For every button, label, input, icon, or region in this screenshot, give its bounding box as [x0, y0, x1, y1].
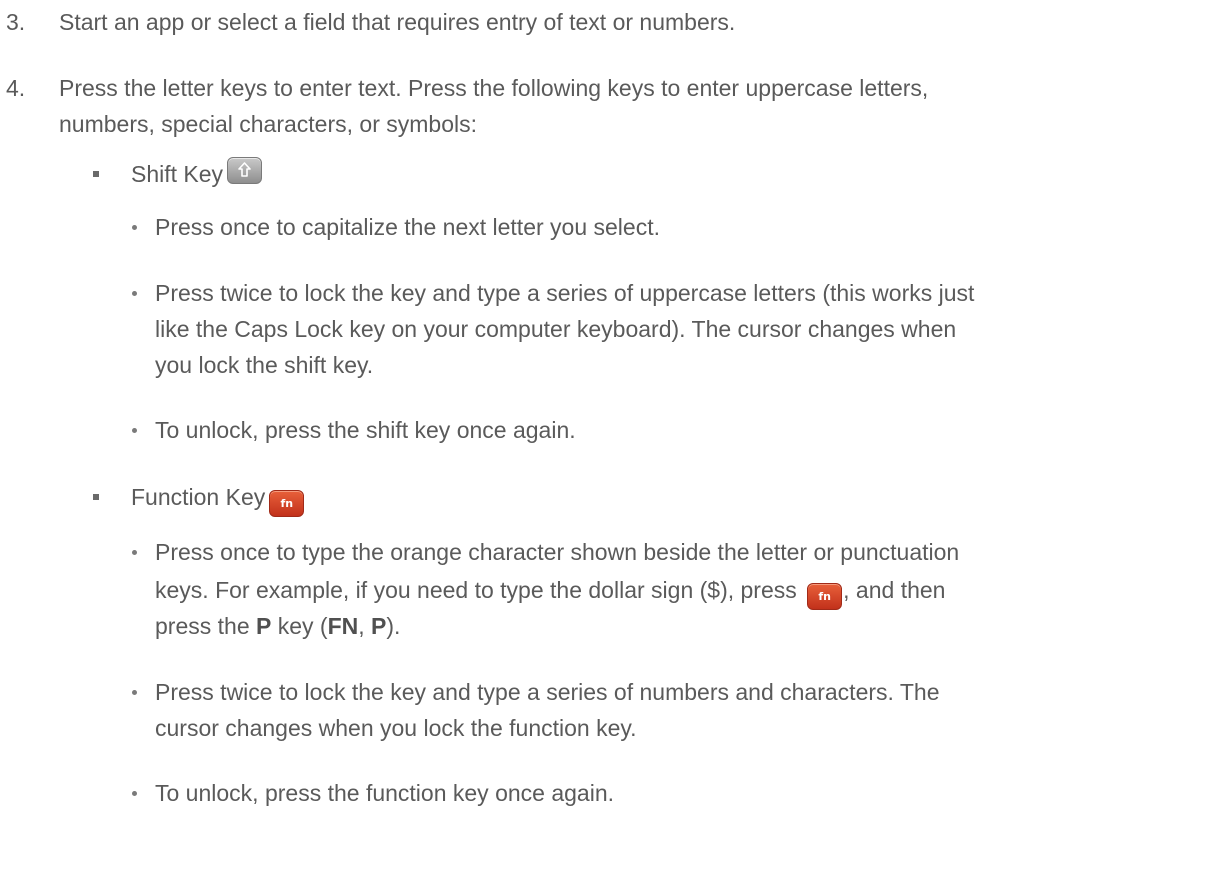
- function-bullet-2-text-line-1: Press twice to lock the key and type a s…: [155, 679, 940, 705]
- shift-bullet-1-dot: [132, 225, 137, 230]
- step-3-text: Start an app or select a field that requ…: [59, 9, 736, 35]
- function-key-heading-label: Function Key: [131, 484, 266, 510]
- line-3-part-g: ).: [386, 613, 401, 639]
- step-4-number: 4.: [6, 75, 26, 101]
- shift-bullet-2-text-line-1: Press twice to lock the key and type a s…: [155, 280, 975, 306]
- shift-bullet-2-dot: [132, 291, 137, 296]
- fn-key-icon: fn: [807, 583, 843, 610]
- line-3-part-e: ,: [358, 613, 372, 639]
- shift-bullet-1-text: Press once to capitalize the next letter…: [155, 214, 660, 240]
- shift-key-heading: Shift Key: [131, 156, 263, 192]
- shift-key-heading-label: Shift Key: [131, 161, 224, 187]
- shift-bullet-3-text: To unlock, press the shift key once agai…: [155, 417, 576, 443]
- shift-bullet-2-text-line-2: like the Caps Lock key on your computer …: [155, 316, 957, 342]
- shift-bullet-2-text-line-3: you lock the shift key.: [155, 352, 374, 378]
- function-bullet-1-text-line-2: keys. For example, if you need to type t…: [155, 572, 945, 610]
- p-label-bold: P: [371, 613, 387, 639]
- function-bullet-1-line-2-end: , and then: [843, 577, 946, 603]
- function-bullet-1-text-line-3: press the P key (FN, P).: [155, 608, 400, 644]
- step-3-number: 3.: [6, 9, 26, 35]
- function-bullet-1-line-2-start: keys. For example, if you need to type t…: [155, 577, 797, 603]
- function-bullet-3-dot: [132, 791, 137, 796]
- function-section-bullet: [93, 494, 99, 500]
- function-bullet-3-text: To unlock, press the function key once a…: [155, 780, 615, 806]
- step-4-text-line-2: numbers, special characters, or symbols:: [59, 111, 477, 137]
- shift-section-bullet: [93, 171, 99, 177]
- function-bullet-1-dot: [132, 550, 137, 555]
- function-bullet-2-text-line-2: cursor changes when you lock the functio…: [155, 715, 637, 741]
- shift-bullet-3-dot: [132, 428, 137, 433]
- line-3-part-c: key (: [271, 613, 328, 639]
- shift-arrow-icon: [227, 157, 263, 184]
- function-key-heading: Function Key fn: [131, 479, 305, 517]
- step-4-text-line-1: Press the letter keys to enter text. Pre…: [59, 75, 929, 101]
- fn-label-bold: FN: [327, 613, 359, 639]
- p-key-label: P: [256, 613, 272, 639]
- fn-key-icon: fn: [269, 490, 305, 517]
- function-bullet-2-dot: [132, 690, 137, 695]
- manual-page: 3. Start an app or select a field that r…: [0, 0, 1210, 884]
- line-3-part-a: press the: [155, 613, 256, 639]
- function-bullet-1-text-line-1: Press once to type the orange character …: [155, 539, 960, 565]
